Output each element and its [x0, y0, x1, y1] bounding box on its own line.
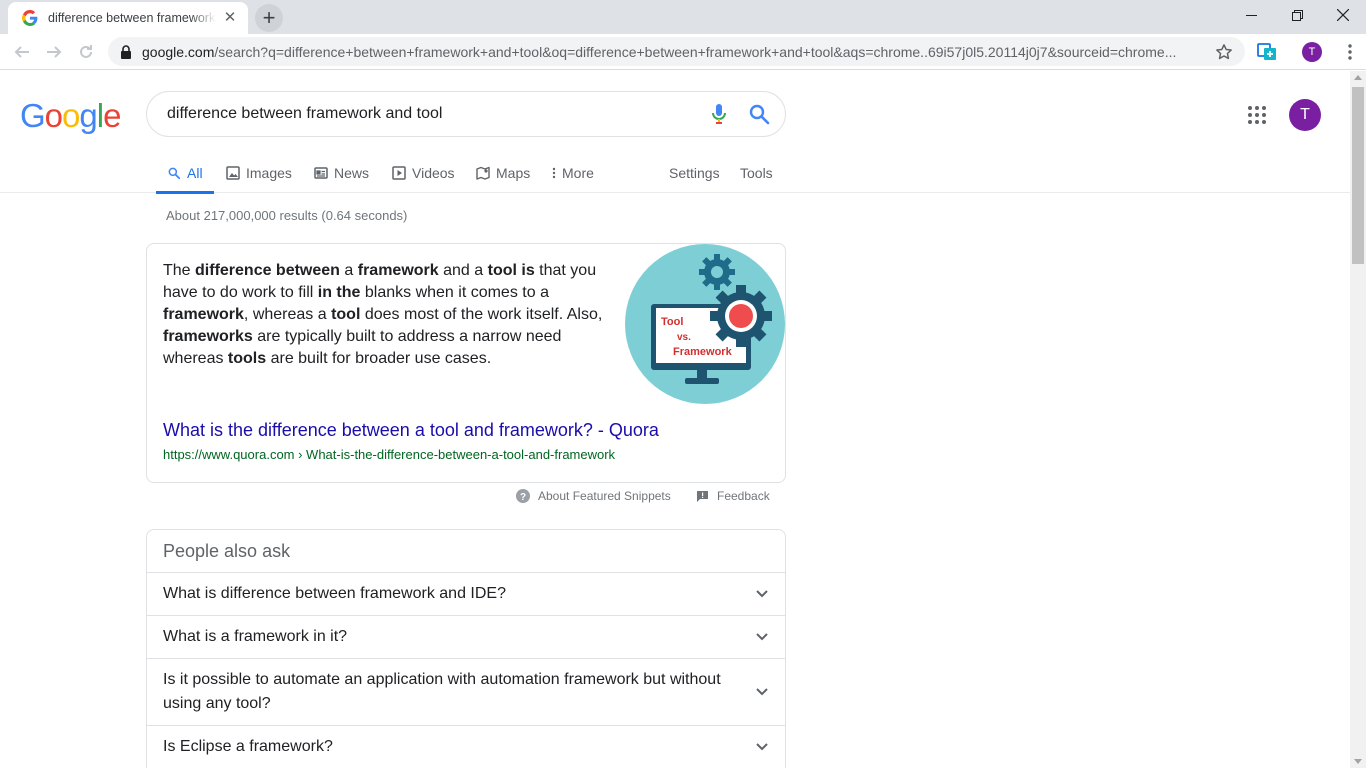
tab-news[interactable]: News: [314, 153, 369, 193]
tab-close-icon[interactable]: ✕: [222, 10, 238, 26]
browser-tab[interactable]: difference between framework and tool - …: [8, 2, 248, 34]
search-input[interactable]: [167, 105, 707, 123]
paa-question[interactable]: What is a framework in it?: [147, 615, 785, 658]
paa-question[interactable]: What is difference between framework and…: [147, 572, 785, 615]
results-stats: About 217,000,000 results (0.64 seconds): [166, 208, 408, 223]
map-icon: [476, 166, 490, 180]
help-icon: ?: [516, 489, 530, 503]
image-label-tool: Tool: [661, 316, 683, 328]
google-favicon-icon: [22, 10, 38, 26]
settings-link[interactable]: Settings: [669, 153, 720, 193]
feedback-icon: [697, 490, 708, 502]
close-icon: [1337, 9, 1349, 21]
tab-label: Images: [246, 165, 292, 181]
bookmark-star-icon[interactable]: [1215, 43, 1233, 61]
chevron-down-icon: [756, 590, 768, 598]
paa-question[interactable]: Is it possible to automate an applicatio…: [147, 658, 785, 725]
browser-titlebar: difference between framework and tool - …: [0, 0, 1366, 34]
logo-letter: e: [103, 97, 121, 134]
paa-question-text: What is a framework in it?: [163, 628, 348, 645]
tab-label: Maps: [496, 165, 531, 181]
search-tabs: All Images News Videos Maps More Setting…: [0, 153, 1350, 194]
paa-question-text: What is difference between framework and…: [163, 585, 506, 602]
search-icon: [168, 167, 181, 180]
snippet-text: The difference between a framework and a…: [163, 262, 603, 367]
address-bar[interactable]: google.com/search?q=difference+between+f…: [108, 37, 1245, 66]
tab-more[interactable]: More: [552, 153, 594, 193]
chevron-down-icon: [756, 633, 768, 641]
url-host: google.com: [142, 43, 215, 60]
paa-title: People also ask: [163, 541, 291, 561]
browser-profile-avatar[interactable]: T: [1302, 42, 1322, 62]
news-icon: [314, 167, 328, 179]
feedback-label: Feedback: [717, 489, 770, 503]
tab-videos[interactable]: Videos: [392, 153, 455, 193]
tools-link[interactable]: Tools: [740, 153, 773, 193]
tab-all[interactable]: All: [156, 153, 214, 194]
arrow-left-icon: [14, 46, 29, 58]
new-tab-button[interactable]: +: [255, 4, 283, 32]
browser-toolbar: google.com/search?q=difference+between+f…: [0, 34, 1366, 70]
back-button[interactable]: [10, 40, 34, 64]
tab-label: More: [562, 165, 594, 181]
paa-question-text: Is Eclipse a framework?: [163, 738, 333, 755]
chevron-down-icon: [756, 688, 768, 696]
reload-icon: [80, 45, 92, 58]
tab-title: difference between framework and tool - …: [48, 11, 216, 25]
extension-icon[interactable]: [1257, 43, 1277, 61]
search-results-page: Google T All Images News: [0, 71, 1350, 768]
browser-menu-icon[interactable]: [1340, 42, 1360, 62]
logo-letter: G: [20, 97, 46, 134]
chevron-down-icon: [756, 743, 768, 751]
tab-label: All: [187, 165, 203, 181]
google-logo[interactable]: Google: [20, 97, 121, 135]
page-scrollbar[interactable]: [1350, 71, 1366, 768]
tab-label: News: [334, 165, 370, 181]
scrollbar-thumb[interactable]: [1352, 87, 1364, 264]
people-also-ask: People also ask What is difference betwe…: [146, 529, 786, 768]
minimize-button[interactable]: [1228, 0, 1274, 30]
close-window-button[interactable]: [1320, 0, 1366, 30]
image-label-vs: vs.: [677, 332, 691, 343]
search-box: [146, 91, 786, 137]
cite-path: › What-is-the-difference-between-a-tool-…: [294, 447, 616, 462]
logo-letter: g: [79, 97, 97, 134]
tab-maps[interactable]: Maps: [476, 153, 530, 193]
paa-question[interactable]: Is Eclipse a framework?: [147, 725, 785, 768]
reload-button[interactable]: [74, 40, 98, 64]
logo-letter: o: [62, 97, 80, 134]
forward-button[interactable]: [42, 40, 66, 64]
logo-letter: o: [44, 97, 63, 134]
image-icon: [226, 166, 240, 180]
paa-question-text: Is it possible to automate an applicatio…: [163, 671, 721, 712]
about-label: About Featured Snippets: [538, 489, 671, 503]
tool-vs-framework-image[interactable]: Tool vs. Framework: [625, 244, 785, 404]
search-icon[interactable]: [747, 102, 771, 126]
url-path: /search?q=difference+between+framework+a…: [214, 43, 1177, 60]
snippet-cite[interactable]: https://www.quora.com › What-is-the-diff…: [163, 447, 615, 462]
video-icon: [392, 166, 406, 180]
svg-text:?: ?: [520, 492, 526, 503]
scroll-down-arrow-icon[interactable]: [1354, 759, 1362, 764]
restore-icon: [1291, 9, 1303, 21]
account-avatar[interactable]: T: [1289, 99, 1321, 131]
about-featured-snippets[interactable]: ? About Featured Snippets: [516, 487, 671, 505]
restore-button[interactable]: [1274, 0, 1320, 30]
featured-snippet: The difference between a framework and a…: [146, 243, 786, 483]
snippet-result-link[interactable]: What is the difference between a tool an…: [163, 420, 659, 441]
minimize-icon: [1245, 14, 1257, 16]
lock-icon: [121, 44, 131, 59]
more-vert-icon: [552, 167, 556, 179]
cite-host: https://www.quora.com: [163, 447, 295, 462]
feedback-link[interactable]: Feedback: [696, 487, 770, 505]
tab-label: Videos: [412, 165, 455, 181]
tab-images[interactable]: Images: [226, 153, 292, 193]
apps-grid-icon[interactable]: [1247, 105, 1267, 125]
scroll-up-arrow-icon[interactable]: [1354, 75, 1362, 80]
url-text[interactable]: google.com/search?q=difference+between+f…: [142, 44, 1207, 60]
arrow-right-icon: [47, 46, 62, 58]
image-label-framework: Framework: [673, 346, 733, 358]
microphone-icon[interactable]: [707, 102, 731, 126]
